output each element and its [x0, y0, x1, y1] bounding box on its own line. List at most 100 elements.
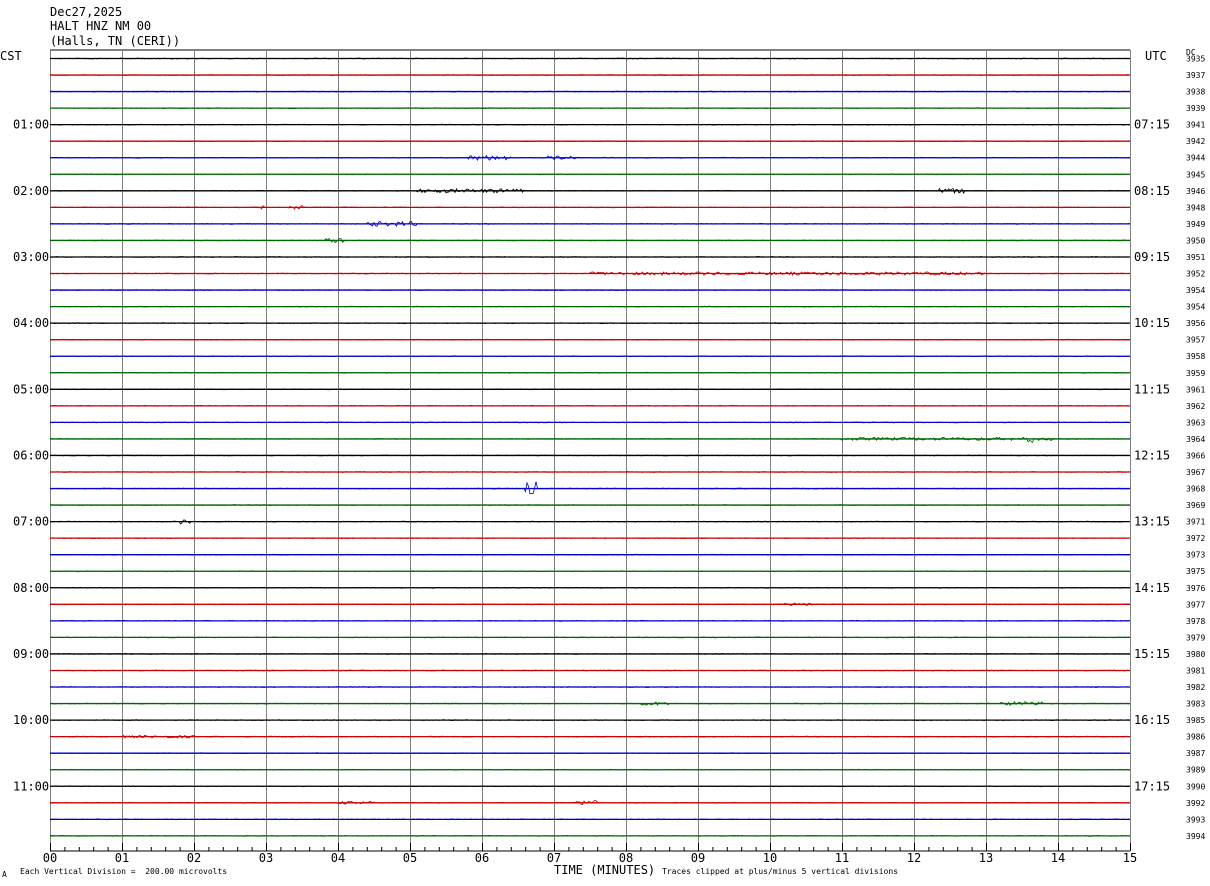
right-hour-label: 12:15 [1134, 448, 1170, 462]
row-labels: 01:00 02:00 03:00 04:00 05:00 06:00 07:00 08:00… [13, 55, 1205, 841]
dc-offset-value: 3973 [1186, 551, 1205, 560]
left-hour-label: 07:00 [13, 515, 49, 529]
right-hour-label: 08:15 [1134, 184, 1170, 198]
dc-offset-value: 3938 [1186, 88, 1205, 97]
dc-offset-value: 3990 [1186, 782, 1205, 791]
left-hour-label: 08:00 [13, 581, 49, 595]
dc-offset-value: 3966 [1186, 451, 1205, 460]
x-tick-label: 09 [691, 851, 705, 865]
x-tick-label: 01 [115, 851, 129, 865]
dc-offset-value: 3959 [1186, 369, 1205, 378]
x-tick-label: 02 [187, 851, 201, 865]
dc-offset-value: 3939 [1186, 104, 1205, 113]
x-tick-label: 11 [835, 851, 849, 865]
right-hour-label: 10:15 [1134, 316, 1170, 330]
dc-offset-value: 3963 [1186, 418, 1205, 427]
dc-offset-value: 3993 [1186, 815, 1205, 824]
left-hour-label: 11:00 [13, 779, 49, 793]
left-hour-label: 04:00 [13, 316, 49, 330]
scale-note: Each Vertical Division = 200.00 microvol… [20, 867, 228, 876]
minute-gridlines [50, 49, 1131, 851]
dc-offset-value: 3968 [1186, 485, 1205, 494]
dc-offset-value: 3989 [1186, 766, 1205, 775]
right-hour-label: 11:15 [1134, 382, 1170, 396]
right-hour-label: 13:15 [1134, 515, 1170, 529]
x-tick-label: 03 [259, 851, 273, 865]
right-hour-label: 09:15 [1134, 250, 1170, 264]
seismic-traces [49, 57, 1131, 837]
left-hour-label: 09:00 [13, 647, 49, 661]
trace-waveform [49, 734, 1131, 739]
helicorder-plot: 00 01 02 03 04 05 06 07 08 09 10 11 12 13 14 15 01:0002… [13, 49, 1205, 865]
plot-date: Dec27,2025 [50, 5, 123, 19]
dc-offset-value: 3964 [1186, 435, 1205, 444]
dc-offset-value: 3956 [1186, 319, 1205, 328]
x-tick-label: 13 [979, 851, 993, 865]
left-timezone-label: CST [0, 49, 22, 63]
trace-waveform [49, 237, 1131, 244]
dc-offset-value: 3941 [1186, 121, 1205, 130]
corner-mark: A [2, 870, 7, 879]
trace-waveform [49, 204, 1131, 210]
right-timezone-label: UTC [1145, 49, 1167, 63]
dc-offset-value: 3958 [1186, 352, 1205, 361]
dc-offset-header: DC [1186, 48, 1196, 57]
dc-offset-value: 3975 [1186, 567, 1205, 576]
dc-offset-value: 3948 [1186, 203, 1205, 212]
dc-offset-value: 3957 [1186, 336, 1205, 345]
dc-offset-value: 3949 [1186, 220, 1205, 229]
x-tick-label: 14 [1051, 851, 1065, 865]
trace-waveform [49, 602, 1131, 606]
time-axis: 00 01 02 03 04 05 06 07 08 09 10 11 12 13 14 15 [43, 843, 1137, 865]
left-hour-label: 02:00 [13, 184, 49, 198]
dc-offset-value: 3987 [1186, 749, 1205, 758]
dc-offset-value: 3954 [1186, 286, 1205, 295]
dc-offset-value: 3981 [1186, 666, 1205, 675]
dc-offset-value: 3937 [1186, 71, 1205, 80]
dc-offset-value: 3977 [1186, 600, 1205, 609]
dc-offset-value: 3971 [1186, 518, 1205, 527]
dc-offset-value: 3946 [1186, 187, 1205, 196]
x-tick-label: 15 [1123, 851, 1137, 865]
clip-note: Traces clipped at plus/minus 5 vertical … [662, 867, 899, 876]
x-tick-label: 05 [403, 851, 417, 865]
dc-offset-value: 3950 [1186, 236, 1205, 245]
right-hour-label: 07:15 [1134, 118, 1170, 132]
left-hour-label: 10:00 [13, 713, 49, 727]
dc-offset-value: 3986 [1186, 733, 1205, 742]
right-hour-label: 15:15 [1134, 647, 1170, 661]
dc-offset-value: 3945 [1186, 170, 1205, 179]
dc-offset-value: 3944 [1186, 154, 1205, 163]
right-hour-label: 17:15 [1134, 779, 1170, 793]
dc-offset-value: 3954 [1186, 303, 1205, 312]
trace-waveform [49, 570, 1131, 573]
dc-offset-value: 3961 [1186, 385, 1205, 394]
dc-offset-value: 3972 [1186, 534, 1205, 543]
left-hour-label: 01:00 [13, 118, 49, 132]
dc-offset-value: 3976 [1186, 584, 1205, 593]
x-tick-label: 10 [763, 851, 777, 865]
trace-waveform [49, 481, 1131, 495]
dc-offset-value: 3994 [1186, 832, 1205, 841]
x-tick-label: 04 [331, 851, 345, 865]
dc-offset-value: 3967 [1186, 468, 1205, 477]
dc-offset-value: 3983 [1186, 700, 1205, 709]
x-tick-label: 12 [907, 851, 921, 865]
x-axis-title: TIME (MINUTES) [554, 863, 656, 877]
left-hour-label: 05:00 [13, 382, 49, 396]
dc-offset-value: 3951 [1186, 253, 1205, 262]
x-tick-label: 06 [475, 851, 489, 865]
trace-waveform [49, 436, 1131, 444]
left-hour-label: 06:00 [13, 448, 49, 462]
dc-offset-value: 3969 [1186, 501, 1205, 510]
dc-offset-value: 3952 [1186, 270, 1205, 279]
left-hour-label: 03:00 [13, 250, 49, 264]
dc-offset-value: 3985 [1186, 716, 1205, 725]
dc-offset-value: 3979 [1186, 633, 1205, 642]
dc-offset-value: 3942 [1186, 137, 1205, 146]
right-hour-label: 16:15 [1134, 713, 1170, 727]
x-tick-label: 00 [43, 851, 57, 865]
dc-offset-value: 3982 [1186, 683, 1205, 692]
dc-offset-value: 3992 [1186, 799, 1205, 808]
dc-offset-value: 3978 [1186, 617, 1205, 626]
